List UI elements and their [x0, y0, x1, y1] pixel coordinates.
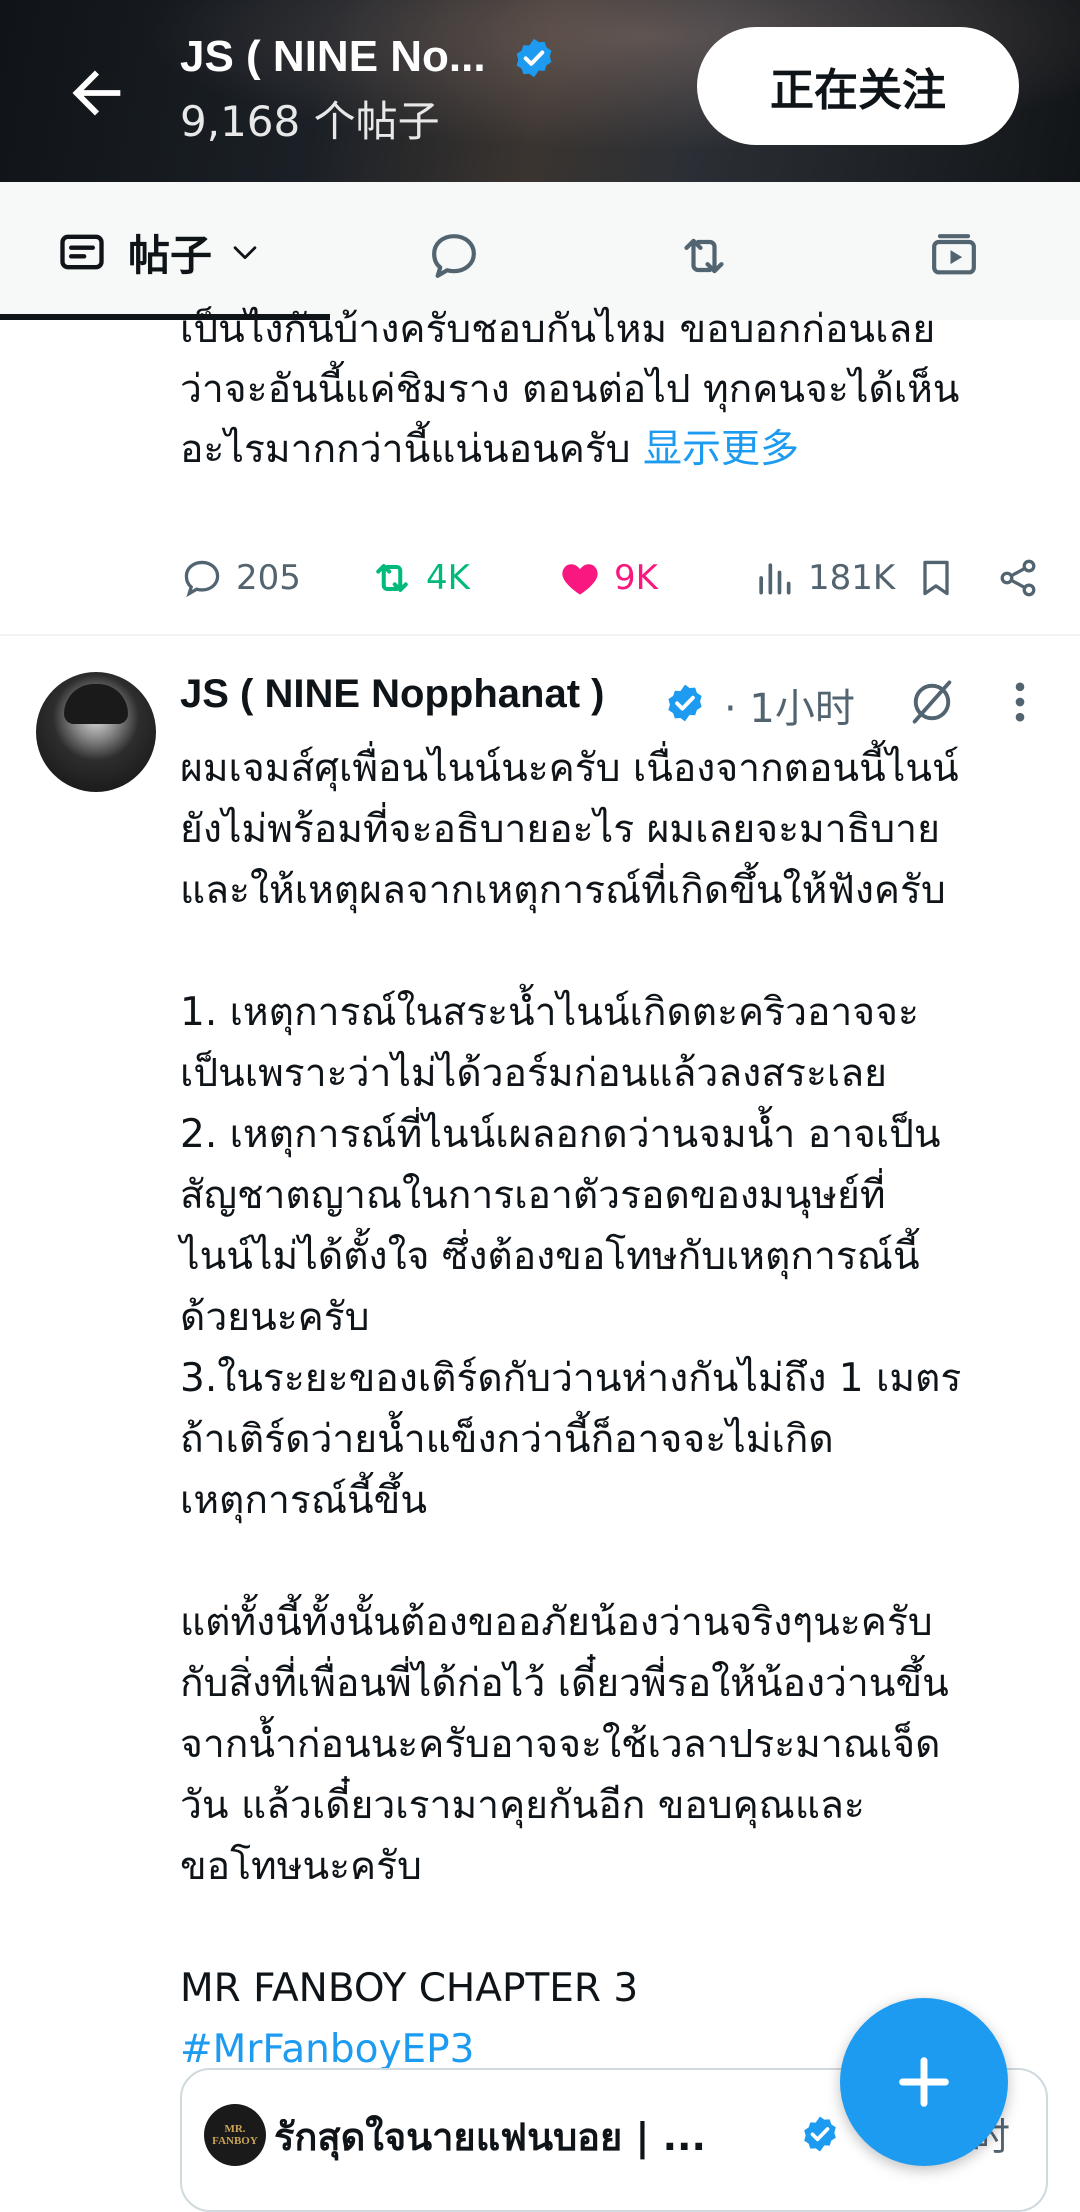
repost-icon	[376, 564, 408, 592]
tweet-text-truncated[interactable]: เป็นไงกันบ้างครับชอบกันไหม ขอบอกก่อนเลย …	[180, 300, 1050, 480]
bookmark-button[interactable]	[914, 548, 970, 608]
tweet-text-line: อะไรมากกว่านี้แน่นอนครับ	[180, 427, 631, 472]
tab-posts-label: 帖子	[128, 230, 213, 280]
tweet-text-line: เป็นไงกันบ้างครับชอบกันไหม ขอบอกก่อนเลย	[180, 307, 936, 352]
bookmark-icon	[923, 560, 949, 596]
heart-filled-icon	[562, 564, 598, 595]
profile-header: JS ( NINE No... 9,168 个帖子 正在关注	[0, 0, 1080, 182]
like-count: 9K	[614, 558, 658, 598]
share-icon	[1000, 559, 1036, 597]
verified-badge-icon	[804, 2116, 836, 2152]
compose-button[interactable]	[840, 1998, 1008, 2166]
verified-badge-icon	[668, 684, 702, 722]
replies-tab-icon[interactable]	[426, 228, 482, 284]
reposts-tab-icon[interactable]	[676, 228, 732, 284]
quoted-author-name: รักสุดใจนายแฟนบอย | ...	[274, 2115, 706, 2159]
tweet-text-line: ว่าจะอันนี้แค่ชิมราง ตอนต่อไป ทุกคนจะได้…	[180, 367, 960, 412]
tweet-divider	[0, 634, 1080, 636]
avatar[interactable]	[36, 672, 156, 792]
reply-count: 205	[236, 558, 301, 598]
more-options-icon[interactable]	[1000, 676, 1040, 728]
media-tab-icon[interactable]	[926, 228, 982, 284]
post-count: 9,168 个帖子	[180, 97, 440, 146]
views-chart-icon	[759, 563, 791, 595]
tweet-actions: 205 4K 9K 181K	[180, 548, 1060, 608]
show-more-link[interactable]: 显示更多	[643, 427, 799, 472]
quoted-avatar-text: MR. FANBOY	[212, 2123, 258, 2147]
views-count: 181K	[808, 558, 896, 598]
chevron-down-icon[interactable]	[228, 235, 262, 269]
tab-posts[interactable]: 帖子	[56, 222, 262, 282]
profile-name-title: JS ( NINE No...	[180, 32, 486, 81]
plus-icon	[899, 2057, 949, 2107]
quoted-avatar: MR. FANBOY	[204, 2104, 266, 2166]
tweet-author-name[interactable]: JS ( NINE Nopphanat )	[180, 672, 604, 717]
tweet-timestamp[interactable]: · 1小时	[724, 676, 855, 734]
tweet-body[interactable]: ผมเจมส์ศุเพื่อนไนน์นะครับ เนื่องจากตอนนี…	[180, 738, 1060, 2080]
like-button[interactable]: 9K	[558, 548, 658, 608]
hashtag-link[interactable]: #MrFanboyEP3	[180, 2027, 475, 2072]
grok-icon[interactable]	[906, 676, 958, 728]
following-button[interactable]: 正在关注	[697, 27, 1019, 145]
views-button[interactable]: 181K	[752, 548, 895, 608]
repost-button[interactable]: 4K	[370, 548, 470, 608]
tweet-body-text: ผมเจมส์ศุเพื่อนไนน์นะครับ เนื่องจากตอนนี…	[180, 746, 962, 2011]
reply-button[interactable]: 205	[180, 548, 301, 608]
repost-count: 4K	[426, 558, 470, 598]
posts-icon	[60, 234, 104, 270]
verified-badge-icon	[516, 38, 552, 78]
share-button[interactable]	[996, 548, 1052, 608]
back-arrow-icon[interactable]	[62, 58, 132, 128]
reply-icon	[184, 560, 220, 598]
